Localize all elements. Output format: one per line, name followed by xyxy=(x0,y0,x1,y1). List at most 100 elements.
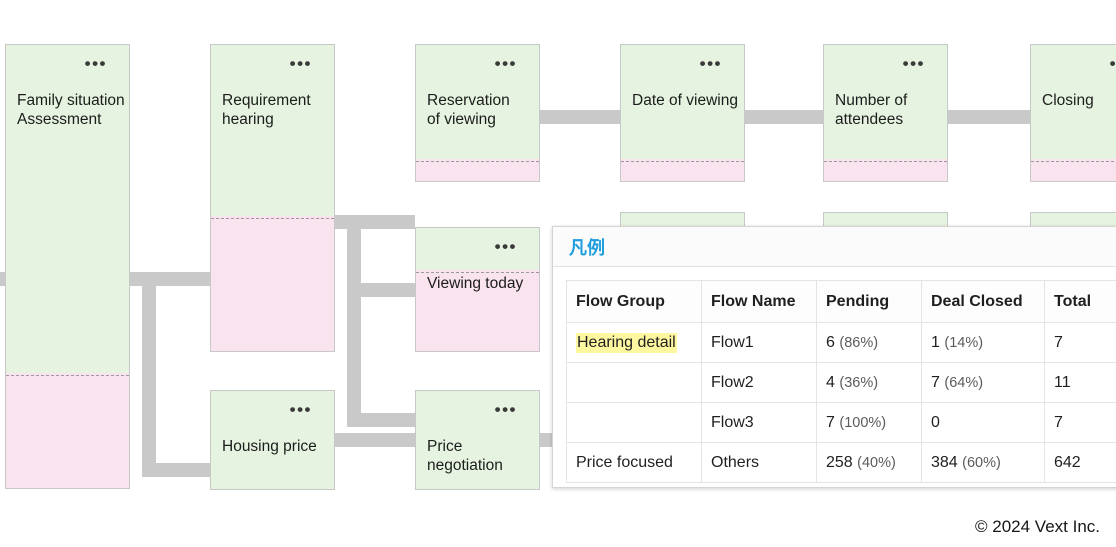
col-header-pending: Pending xyxy=(817,281,922,323)
cell-flow-group xyxy=(567,363,702,403)
node-split-line xyxy=(6,375,129,376)
legend-table: Flow Group Flow Name Pending Deal Closed… xyxy=(566,280,1116,483)
cell-deal-closed: 7 (64%) xyxy=(922,363,1045,403)
legend-panel: 凡例 Flow Group Flow Name Pending Deal Clo… xyxy=(552,226,1116,488)
flow-connector xyxy=(156,272,212,286)
flow-node[interactable]: ••• Requirement hearing xyxy=(210,44,335,352)
node-menu-dots-icon[interactable]: ••• xyxy=(495,61,517,67)
cell-pending-percent: (36%) xyxy=(839,375,878,391)
cell-total: 7 xyxy=(1045,403,1116,443)
flow-node[interactable]: •••Date of viewing xyxy=(620,44,745,182)
cell-flow-name: Flow1 xyxy=(702,323,817,363)
cell-pending-value: 258 xyxy=(826,454,853,471)
node-menu-dots-icon[interactable]: ••• xyxy=(700,61,722,67)
node-menu-dots-icon[interactable]: ••• xyxy=(85,61,107,67)
cell-deal-closed-value: 384 xyxy=(931,454,958,471)
flow-connector xyxy=(347,413,415,427)
cell-pending-value: 6 xyxy=(826,334,835,351)
flow-node[interactable]: ••• Viewing today xyxy=(415,227,540,352)
flow-node-label: Price negotiation xyxy=(427,437,535,475)
flow-connector xyxy=(540,110,620,124)
cell-total: 7 xyxy=(1045,323,1116,363)
node-split-line xyxy=(416,272,539,273)
col-header-total: Total xyxy=(1045,281,1116,323)
cell-pending-percent: (40%) xyxy=(857,455,896,471)
cell-pending-percent: (100%) xyxy=(839,415,886,431)
node-menu-dots-icon[interactable]: ••• xyxy=(290,61,312,67)
cell-deal-closed-value: 1 xyxy=(931,334,940,351)
flow-node-label: Family situation Assessment xyxy=(17,91,125,129)
node-lower-segment xyxy=(1031,159,1116,181)
footer-copyright: © 2024 Vext Inc. xyxy=(0,517,1100,537)
cell-deal-closed: 1 (14%) xyxy=(922,323,1045,363)
cell-pending: 6 (86%) xyxy=(817,323,922,363)
legend-table-body: Hearing detailFlow16 (86%)1 (14%)7Flow24… xyxy=(567,323,1116,483)
flow-connector xyxy=(347,215,361,427)
node-lower-segment xyxy=(824,159,947,181)
cell-deal-closed-value: 7 xyxy=(931,374,940,391)
flow-node-label: Closing xyxy=(1042,91,1116,110)
cell-deal-closed-percent: (14%) xyxy=(944,335,983,351)
node-split-line xyxy=(1031,161,1116,162)
flow-group-text: Price focused xyxy=(576,454,673,471)
node-menu-dots-icon[interactable]: ••• xyxy=(495,244,517,250)
flow-connector xyxy=(347,215,415,229)
cell-deal-closed-percent: (64%) xyxy=(944,375,983,391)
table-row: Hearing detailFlow16 (86%)1 (14%)7 xyxy=(567,323,1116,363)
cell-deal-closed: 0 xyxy=(922,403,1045,443)
cell-deal-closed-value: 0 xyxy=(931,414,940,431)
flow-connector xyxy=(347,283,415,297)
table-row: Flow37 (100%) 0 7 xyxy=(567,403,1116,443)
cell-flow-group: Price focused xyxy=(567,443,702,483)
table-row: Price focusedOthers258 (40%)384 (60%)642 xyxy=(567,443,1116,483)
flow-connector xyxy=(335,433,415,447)
flow-connector xyxy=(948,110,1030,124)
node-split-line xyxy=(824,161,947,162)
flow-connector xyxy=(335,215,347,229)
flow-node-label: Housing price xyxy=(222,437,330,456)
flow-connector xyxy=(745,110,823,124)
col-header-deal-closed: Deal Closed xyxy=(922,281,1045,323)
node-lower-segment xyxy=(211,216,334,351)
flow-node[interactable]: ••• Family situation Assessment xyxy=(5,44,130,489)
cell-deal-closed-percent: (60%) xyxy=(962,455,1001,471)
cell-flow-group xyxy=(567,403,702,443)
legend-panel-header: 凡例 xyxy=(553,227,1116,267)
node-split-line xyxy=(211,218,334,219)
flow-node[interactable]: ••• Reservation of viewing xyxy=(415,44,540,182)
flow-connector xyxy=(142,463,212,477)
cell-flow-name: Flow3 xyxy=(702,403,817,443)
cell-total: 11 xyxy=(1045,363,1116,403)
flow-node[interactable]: ••• Closing xyxy=(1030,44,1116,182)
table-header-row: Flow Group Flow Name Pending Deal Closed… xyxy=(567,281,1116,323)
flow-node[interactable]: ••• Housing price xyxy=(210,390,335,490)
legend-title: 凡例 xyxy=(569,234,605,260)
table-row: Flow24 (36%)7 (64%)11 xyxy=(567,363,1116,403)
flow-node-label: Reservation of viewing xyxy=(427,91,535,129)
cell-deal-closed: 384 (60%) xyxy=(922,443,1045,483)
flow-node-label: Number of attendees xyxy=(835,91,943,129)
node-menu-dots-icon[interactable]: ••• xyxy=(1110,61,1116,67)
col-header-flow-group: Flow Group xyxy=(567,281,702,323)
legend-table-head: Flow Group Flow Name Pending Deal Closed… xyxy=(567,281,1116,323)
node-lower-segment xyxy=(621,159,744,181)
node-menu-dots-icon[interactable]: ••• xyxy=(903,61,925,67)
node-lower-segment xyxy=(6,373,129,488)
cell-pending: 7 (100%) xyxy=(817,403,922,443)
node-split-line xyxy=(416,161,539,162)
cell-total: 642 xyxy=(1045,443,1116,483)
flow-node-label: Viewing today xyxy=(427,274,535,293)
cell-flow-group: Hearing detail xyxy=(567,323,702,363)
node-menu-dots-icon[interactable]: ••• xyxy=(290,407,312,413)
cell-pending-percent: (86%) xyxy=(839,335,878,351)
flow-node-label: Requirement hearing xyxy=(222,91,330,129)
legend-panel-body: Flow Group Flow Name Pending Deal Closed… xyxy=(553,267,1116,483)
flow-group-highlighted: Hearing detail xyxy=(576,333,677,353)
cell-flow-name: Others xyxy=(702,443,817,483)
flow-connector xyxy=(130,272,142,286)
cell-pending: 4 (36%) xyxy=(817,363,922,403)
col-header-flow-name: Flow Name xyxy=(702,281,817,323)
node-menu-dots-icon[interactable]: ••• xyxy=(495,407,517,413)
flow-node[interactable]: ••• Price negotiation xyxy=(415,390,540,490)
flow-node[interactable]: ••• Number of attendees xyxy=(823,44,948,182)
